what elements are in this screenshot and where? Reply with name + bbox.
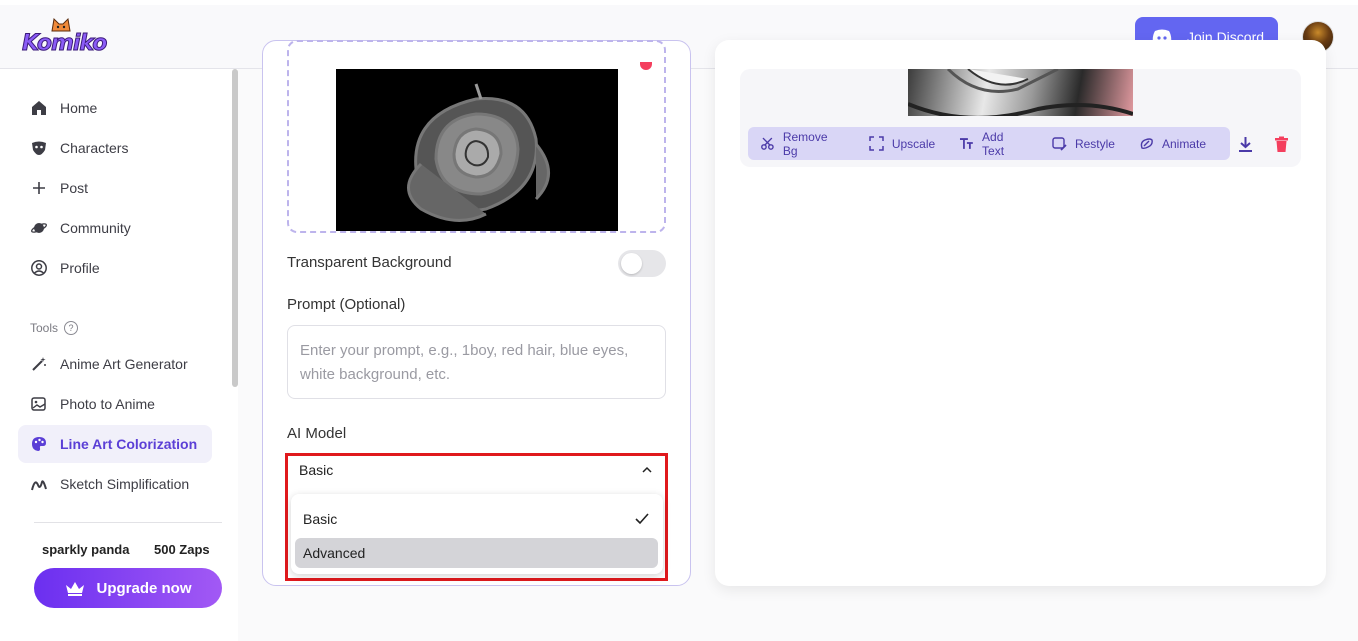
crown-icon <box>66 582 85 596</box>
sketch-icon <box>31 480 47 491</box>
sidebar-item-sketch-simplification[interactable]: Sketch Simplification <box>18 465 212 503</box>
scissors-icon <box>761 137 774 150</box>
sidebar-item-characters[interactable]: Characters <box>18 129 212 167</box>
text-icon <box>960 138 974 149</box>
sidebar-item-label: Sketch Simplification <box>60 476 190 492</box>
ai-model-dropdown: Basic Advanced <box>291 494 663 574</box>
chevron-up-icon <box>642 466 652 473</box>
user-circle-icon <box>31 260 47 276</box>
toggle-knob <box>621 253 642 274</box>
transparent-background-label: Transparent Background <box>287 254 452 271</box>
tool-label: Restyle <box>1074 136 1115 151</box>
tool-label: Add Text <box>982 129 1005 158</box>
prompt-input[interactable]: Enter your prompt, e.g., 1boy, red hair,… <box>287 325 666 399</box>
tool-label: Remove Bg <box>782 129 828 158</box>
sidebar-item-line-art-colorization[interactable]: Line Art Colorization <box>18 425 212 463</box>
sidebar-item-label: Home <box>60 100 98 116</box>
option-label: Advanced <box>303 545 366 561</box>
user-name: sparkly panda <box>42 542 130 557</box>
planet-icon <box>31 223 47 233</box>
prompt-label: Prompt (Optional) <box>287 296 406 313</box>
sidebar-item-label: Community <box>60 220 131 236</box>
tool-label: Upscale <box>891 136 936 151</box>
animate-icon <box>1140 138 1153 150</box>
sidebar-item-post[interactable]: Post <box>18 169 212 207</box>
photo-icon <box>31 397 46 411</box>
mask-icon <box>32 141 46 155</box>
transparent-background-toggle[interactable] <box>618 250 666 277</box>
upgrade-now-button[interactable]: Upgrade now <box>34 568 222 608</box>
restyle-button[interactable]: Restyle <box>1052 136 1115 151</box>
ai-model-option-basic[interactable]: Basic <box>295 504 658 534</box>
plus-icon <box>33 182 45 194</box>
animate-button[interactable]: Animate <box>1139 136 1206 151</box>
check-icon <box>635 513 649 525</box>
tools-section-label: Tools ? <box>30 321 79 335</box>
sidebar-item-label: Profile <box>60 260 100 276</box>
uploaded-line-art-image <box>336 69 618 231</box>
sidebar-item-home[interactable]: Home <box>18 89 212 127</box>
help-icon[interactable]: ? <box>64 321 79 335</box>
ai-model-selected-value: Basic <box>299 462 334 478</box>
expand-icon <box>869 136 884 151</box>
zaps-count: 500 Zaps <box>154 542 210 557</box>
sidebar-item-label: Photo to Anime <box>60 396 155 412</box>
add-text-button[interactable]: Add Text <box>959 130 1028 158</box>
magic-wand-icon <box>32 357 46 371</box>
sidebar-item-community[interactable]: Community <box>18 209 212 247</box>
remove-bg-button[interactable]: Remove Bg <box>760 130 845 158</box>
sidebar-item-label: Characters <box>60 140 129 156</box>
sidebar-item-label: Anime Art Generator <box>60 356 188 372</box>
logo-text: Komiko <box>21 31 107 57</box>
tool-label: Animate <box>1161 136 1206 151</box>
ai-model-option-advanced[interactable]: Advanced <box>295 538 658 568</box>
sidebar-item-anime-art-generator[interactable]: Anime Art Generator <box>18 345 212 383</box>
option-label: Basic <box>303 511 338 527</box>
download-icon[interactable] <box>1237 136 1254 153</box>
result-image[interactable] <box>908 69 1133 116</box>
tools-label-text: Tools <box>30 321 59 335</box>
sidebar-divider <box>34 522 222 523</box>
komiko-logo[interactable]: Komiko <box>21 17 112 63</box>
sidebar-item-label: Post <box>60 180 89 196</box>
sidebar-item-profile[interactable]: Profile <box>18 249 212 287</box>
ai-model-label: AI Model <box>287 425 347 442</box>
upgrade-now-label: Upgrade now <box>96 579 192 597</box>
ai-model-select[interactable]: Basic <box>291 458 663 482</box>
upscale-button[interactable]: Upscale <box>869 136 935 151</box>
sidebar: Home Characters Post Community Profile T… <box>0 69 238 641</box>
result-toolbar: Remove Bg Upscale Add Text Restyle Anima… <box>748 127 1230 160</box>
sidebar-item-photo-to-anime[interactable]: Photo to Anime <box>18 385 212 423</box>
home-icon <box>32 101 46 115</box>
restyle-icon <box>1052 137 1067 151</box>
palette-icon <box>32 437 46 451</box>
sidebar-scrollbar[interactable] <box>232 69 238 387</box>
delete-icon[interactable] <box>1273 136 1290 153</box>
sidebar-item-label: Line Art Colorization <box>60 436 198 452</box>
